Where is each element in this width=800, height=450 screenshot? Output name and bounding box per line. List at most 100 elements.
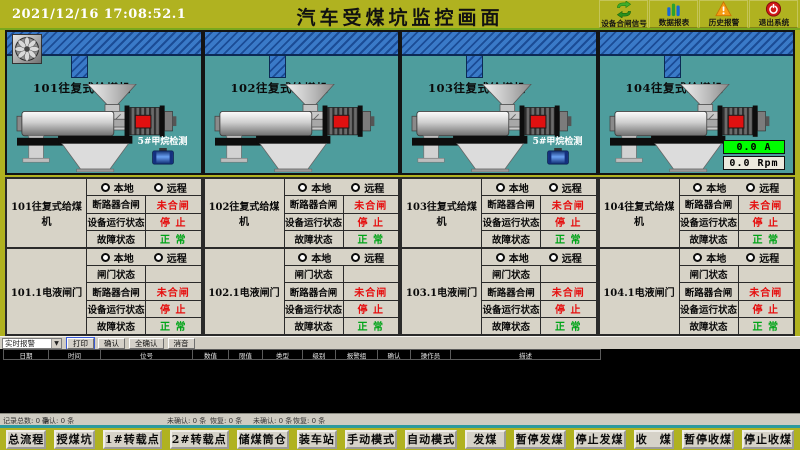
radio-label: 本地 bbox=[509, 250, 529, 265]
mute-button[interactable]: 消音 bbox=[168, 338, 195, 349]
column-header: 报警组 bbox=[336, 349, 378, 360]
status-column-3: 103往复式给煤机本地远程断路器合闸未合闸设备运行状态停 止故障状态正 常103… bbox=[400, 177, 598, 336]
radio-label: 远程 bbox=[364, 180, 384, 195]
remote-radio[interactable]: 远程 bbox=[154, 180, 187, 195]
remote-radio[interactable]: 远程 bbox=[351, 180, 384, 195]
data-report-button[interactable]: 数据报表 bbox=[649, 0, 698, 28]
field-label: 设备运行状态 bbox=[482, 214, 541, 230]
status-row: 断路器合闸未合闸 bbox=[87, 195, 201, 212]
radio-icon bbox=[351, 253, 360, 262]
header-buttons: 设备合闸信号数据报表历史报警退出系统 bbox=[598, 0, 798, 28]
local-radio[interactable]: 本地 bbox=[298, 250, 331, 265]
column-header: 数值 bbox=[193, 349, 229, 360]
nav-button-stop-receive-coal[interactable]: 停止收煤 bbox=[742, 430, 794, 449]
nav-button-send-coal[interactable]: 发煤 bbox=[465, 430, 505, 449]
status-row: 故障状态正 常 bbox=[680, 230, 794, 247]
nav-button-pause-send-coal[interactable]: 暂停发煤 bbox=[514, 430, 566, 449]
nav-button-coal-pit[interactable]: 授煤坑 bbox=[54, 430, 94, 449]
radio-icon bbox=[351, 183, 360, 192]
device-name: 103.1电液闸门 bbox=[402, 249, 482, 334]
field-label: 断路器合闸 bbox=[285, 196, 344, 212]
radio-icon bbox=[496, 183, 505, 192]
local-radio[interactable]: 本地 bbox=[693, 250, 726, 265]
status-row: 设备运行状态停 止 bbox=[87, 300, 201, 317]
nav-button-pause-receive-coal[interactable]: 暂停收煤 bbox=[682, 430, 734, 449]
field-label: 闸门状态 bbox=[680, 266, 739, 282]
status-column-1: 101往复式给煤机本地远程断路器合闸未合闸设备运行状态停 止故障状态正 常101… bbox=[5, 177, 203, 336]
device-close-signal-button[interactable]: 设备合闸信号 bbox=[599, 0, 648, 28]
local-radio[interactable]: 本地 bbox=[693, 180, 726, 195]
print-button[interactable]: 打印 bbox=[67, 338, 94, 349]
field-value bbox=[344, 266, 399, 282]
alarm-filter-select[interactable]: 实时报警 ▼ bbox=[2, 338, 62, 349]
status-row: 断路器合闸未合闸 bbox=[680, 195, 794, 212]
radio-icon bbox=[549, 183, 558, 192]
remote-radio[interactable]: 远程 bbox=[746, 250, 779, 265]
alarm-counter: 恢复: 0 条 bbox=[293, 416, 325, 426]
exit-system-button[interactable]: 退出系统 bbox=[749, 0, 798, 28]
field-label: 故障状态 bbox=[482, 318, 541, 334]
rpm-display: 0.0 Rpm bbox=[723, 156, 785, 170]
nav-button-overview[interactable]: 总流程 bbox=[6, 430, 46, 449]
nav-button-loading-station[interactable]: 装车站 bbox=[297, 430, 337, 449]
alarm-filter-value: 实时报警 bbox=[3, 338, 51, 349]
nav-button-transfer-point-1[interactable]: 1#转载点 bbox=[103, 430, 162, 449]
remote-radio[interactable]: 远程 bbox=[154, 250, 187, 265]
local-radio[interactable]: 本地 bbox=[496, 180, 529, 195]
warning-icon bbox=[714, 1, 733, 17]
alarm-counter: 确认: 0 条 bbox=[42, 416, 74, 426]
header-button-label: 退出系统 bbox=[758, 17, 788, 27]
field-value: 未合闸 bbox=[739, 283, 794, 299]
field-value: 正 常 bbox=[739, 231, 794, 247]
field-value: 正 常 bbox=[739, 318, 794, 334]
ceiling-beam bbox=[402, 32, 596, 56]
field-label: 断路器合闸 bbox=[680, 283, 739, 299]
ceiling-pillar bbox=[664, 56, 681, 78]
ack-button[interactable]: 确认 bbox=[98, 338, 125, 349]
radio-label: 远程 bbox=[759, 180, 779, 195]
ceiling-beam bbox=[600, 32, 794, 56]
nav-button-manual-mode[interactable]: 手动模式 bbox=[345, 430, 397, 449]
ack-all-button[interactable]: 全确认 bbox=[129, 338, 164, 349]
power-icon bbox=[765, 1, 782, 17]
alarm-toolbar: 实时报警 ▼ 打印确认全确认消音 bbox=[0, 336, 800, 349]
gate-status-group: 102.1电液闸门本地远程闸门状态断路器合闸未合闸设备运行状态停 止故障状态正 … bbox=[205, 247, 399, 334]
radio-icon bbox=[746, 253, 755, 262]
status-row: 设备运行状态停 止 bbox=[680, 213, 794, 230]
nav-button-transfer-point-2[interactable]: 2#转载点 bbox=[170, 430, 229, 449]
column-header: 类型 bbox=[263, 349, 303, 360]
remote-radio[interactable]: 远程 bbox=[549, 250, 582, 265]
local-radio[interactable]: 本地 bbox=[298, 180, 331, 195]
column-header: 确认 bbox=[378, 349, 411, 360]
nav-button-auto-mode[interactable]: 自动模式 bbox=[405, 430, 457, 449]
local-radio[interactable]: 本地 bbox=[101, 250, 134, 265]
nav-button-receive-coal[interactable]: 收 煤 bbox=[634, 430, 674, 449]
remote-radio[interactable]: 远程 bbox=[351, 250, 384, 265]
field-label: 故障状态 bbox=[285, 318, 344, 334]
alarm-counters-line: 记录总数: 0 条确认: 0 条未确认: 0 条恢复: 0 条未确认: 0 条恢… bbox=[0, 413, 800, 425]
radio-icon bbox=[549, 253, 558, 262]
status-row: 设备运行状态停 止 bbox=[680, 300, 794, 317]
nav-button-coal-silo[interactable]: 储煤筒仓 bbox=[237, 430, 289, 449]
radio-label: 远程 bbox=[167, 250, 187, 265]
local-radio[interactable]: 本地 bbox=[496, 250, 529, 265]
status-column-2: 102往复式给煤机本地远程断路器合闸未合闸设备运行状态停 止故障状态正 常102… bbox=[203, 177, 401, 336]
remote-radio[interactable]: 远程 bbox=[549, 180, 582, 195]
field-value bbox=[739, 266, 794, 282]
status-row: 故障状态正 常 bbox=[680, 317, 794, 334]
local-radio[interactable]: 本地 bbox=[101, 180, 134, 195]
status-row: 故障状态正 常 bbox=[482, 317, 596, 334]
status-row: 故障状态正 常 bbox=[87, 230, 201, 247]
nav-button-stop-send-coal[interactable]: 停止发煤 bbox=[574, 430, 626, 449]
methane-cylinder-icon bbox=[526, 148, 590, 170]
alarm-toolbar-buttons: 打印确认全确认消音 bbox=[67, 338, 195, 349]
field-value: 正 常 bbox=[344, 318, 399, 334]
history-alarm-button[interactable]: 历史报警 bbox=[699, 0, 748, 28]
field-value bbox=[146, 266, 201, 282]
device-name: 104往复式给煤机 bbox=[600, 179, 680, 247]
device-name: 103往复式给煤机 bbox=[402, 179, 482, 247]
mode-select-row: 本地 远程 bbox=[285, 249, 399, 265]
machine-panel-104: 104往复式给煤机0.0 A0.0 Rpm bbox=[598, 30, 796, 175]
device-name: 102往复式给煤机 bbox=[205, 179, 285, 247]
remote-radio[interactable]: 远程 bbox=[746, 180, 779, 195]
